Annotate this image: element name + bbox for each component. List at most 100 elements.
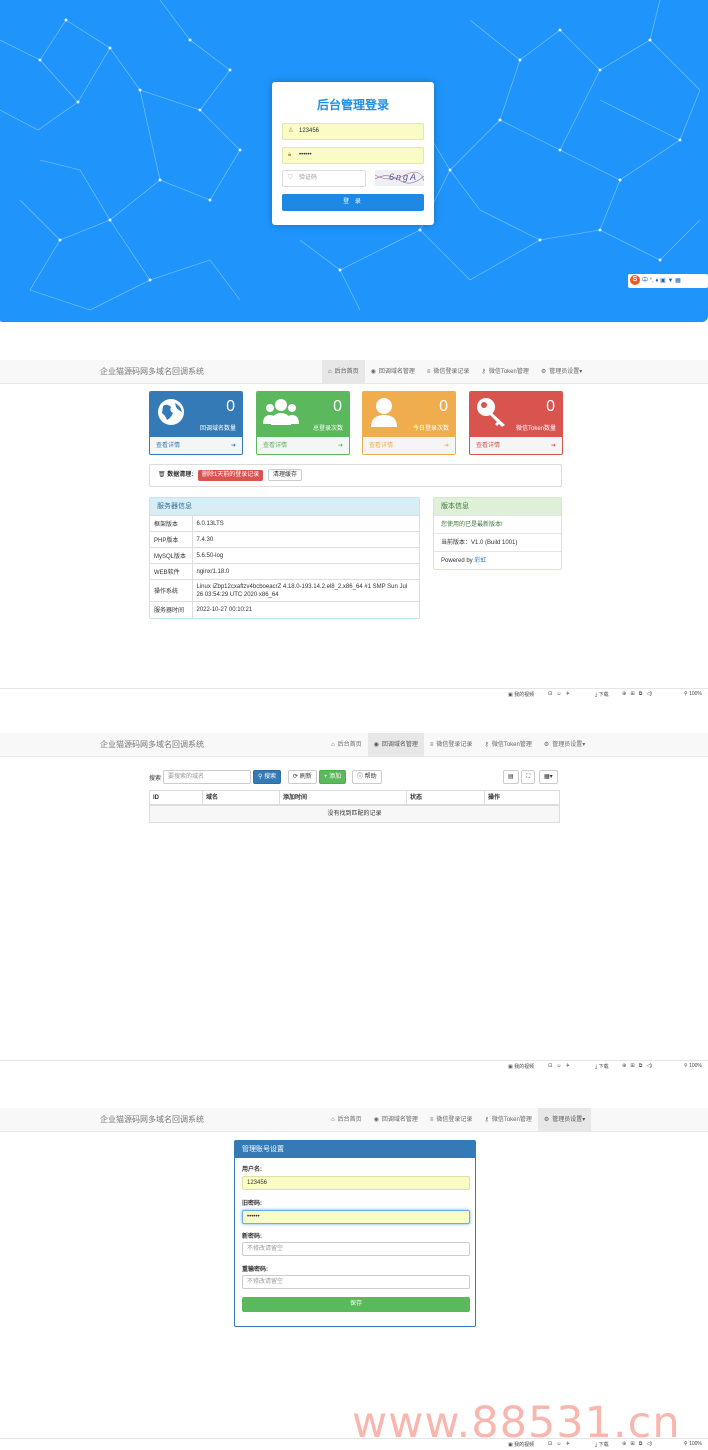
brand-title[interactable]: 企业猫源码网多域名回调系统 [100, 360, 204, 384]
nav-item-admin-settings[interactable]: ⚙ 管理员设置▾ [535, 360, 588, 384]
stat-detail-link[interactable]: 查看详情 ➔ [470, 437, 562, 454]
stat-label: 回调域名数量 [199, 426, 236, 432]
nav-item-wechat-logins[interactable]: ≡ 微信登录记录 [424, 733, 479, 757]
stat-domains: 0 回调域名数量 查看详情 ➔ [149, 391, 243, 455]
my-video-button[interactable]: ▣ 我的视频 [508, 691, 534, 698]
nav-item-domains[interactable]: ◉ 回调域名管理 [368, 1108, 424, 1132]
list-icon: ≡ [426, 369, 431, 375]
stat-detail-link[interactable]: 查看详情 ➔ [257, 437, 349, 454]
stat-wechat-tokens: 0 微信Token数量 查看详情 ➔ [469, 391, 563, 455]
repeat-password-field[interactable]: 不修改请留空 [242, 1275, 470, 1289]
fullscreen-button[interactable]: ⛶ [521, 770, 536, 784]
stat-total-logins: 0 总登录次数 查看详情 ➔ [256, 391, 350, 455]
nav-item-home[interactable]: ⌂ 后台首页 [322, 360, 365, 384]
columns-button[interactable]: ▦▾ [539, 770, 558, 784]
statusbar-icons[interactable]: ⊡ ☺ ✈ [548, 1063, 570, 1069]
toggle-view-button[interactable]: ▤ [503, 770, 519, 784]
version-info-title: 版本信息 [434, 498, 561, 515]
username-value: 123456 [299, 128, 320, 134]
key-icon: ⚷ [484, 742, 489, 748]
nav-item-wechat-logins[interactable]: ≡ 微信登录记录 [421, 360, 476, 384]
login-button[interactable]: 登 录 [282, 194, 424, 211]
nav-item-wechat-token[interactable]: ⚷ 微信Token管理 [478, 733, 537, 757]
download-button[interactable]: ⤓ 下载 [595, 1063, 609, 1070]
login-card: 后台管理登录 ♙ 123456 🔒︎ •••••• ⛉ 验证码 6ngA 登 录 [272, 82, 434, 225]
stat-value: 0 [226, 398, 235, 415]
column-header[interactable]: 操作 [485, 791, 561, 806]
statusbar-icons[interactable]: ⊡ ☺ ✈ [548, 691, 570, 697]
captcha-text: 6ngA [389, 172, 419, 182]
account-settings-title: 管理账号设置 [235, 1141, 475, 1158]
nav-item-wechat-token[interactable]: ⚷ 微信Token管理 [478, 1108, 537, 1132]
stat-label: 总登录次数 [312, 426, 343, 432]
refresh-button[interactable]: ⟳ 刷新 [288, 770, 317, 784]
nav-item-admin-settings[interactable]: ⚙ 管理员设置▾ [538, 733, 591, 757]
table-row: 服务器时间 2022-10-27 00:10:21 [150, 601, 419, 618]
ime-toolbar[interactable]: S中 °, ♦ ▣ ▼ ▦ [628, 274, 708, 288]
username-label: 用户名: [242, 1167, 262, 1173]
sogou-logo-icon: S [630, 275, 640, 286]
arrow-right-icon: ➔ [337, 443, 343, 449]
nav-menu: ⌂ 后台首页 ◉ 回调域名管理 ≡ 微信登录记录 ⚷ 微信Token管理 ⚙ 管理员设置▾ [325, 1108, 592, 1132]
gear-icon: ⚙ [543, 1117, 550, 1123]
nav-menu: ⌂ 后台首页 ◉ 回调域名管理 ≡ 微信登录记录 ⚷ 微信Token管理 ⚙ 管理员设置▾ [325, 733, 591, 757]
nav-item-wechat-token[interactable]: ⚷ 微信Token管理 [475, 360, 534, 384]
stat-detail-link[interactable]: 查看详情 ➔ [150, 437, 242, 454]
zoom-level[interactable]: ⚲ 100% [684, 691, 702, 697]
statusbar-icons-2[interactable]: ⊕ ⊞ ⧉ ◁) [622, 1063, 652, 1069]
zoom-level[interactable]: ⚲ 100% [684, 1063, 702, 1069]
save-button[interactable]: 保存 [242, 1297, 470, 1312]
download-button[interactable]: ⤓ 下载 [595, 691, 609, 698]
brand-title[interactable]: 企业猫源码网多域名回调系统 [100, 733, 204, 757]
old-password-field[interactable]: •••••• [242, 1210, 470, 1224]
brand-title[interactable]: 企业猫源码网多域名回调系统 [100, 1108, 204, 1132]
password-input[interactable]: 🔒︎ •••••• [282, 147, 424, 164]
clear-cache-button[interactable]: 清理缓存 [267, 469, 302, 481]
arrow-right-icon: ➔ [230, 443, 236, 449]
search-input[interactable]: 要搜索的域名 [163, 770, 251, 784]
nav-item-domains[interactable]: ◉ 回调域名管理 [365, 360, 421, 384]
login-title: 后台管理登录 [316, 98, 389, 112]
search-button[interactable]: ⚲ 搜索 [253, 770, 282, 784]
nav-item-home[interactable]: ⌂ 后台首页 [325, 733, 368, 757]
zoom-level[interactable]: ⚲ 100% [684, 1441, 702, 1447]
column-header[interactable]: 添加时间 [280, 791, 407, 806]
server-info-title: 服务器信息 [150, 498, 419, 515]
username-input[interactable]: ♙ 123456 [282, 123, 424, 140]
nav-item-admin-settings[interactable]: ⚙ 管理员设置▾ [537, 1108, 592, 1132]
table-icon: ▤ [508, 774, 514, 780]
table-row: MySQL版本 5.6.50-log [150, 547, 419, 564]
powered-by-link[interactable]: 彩虹 [474, 558, 486, 564]
column-header[interactable]: 域名 [203, 791, 280, 806]
column-header[interactable]: ID [150, 791, 203, 806]
add-button[interactable]: + 添加 [319, 770, 347, 784]
my-video-button[interactable]: ▣ 我的视频 [508, 1063, 534, 1070]
info-icon: ⓘ [357, 774, 365, 780]
nav-item-home[interactable]: ⌂ 后台首页 [325, 1108, 368, 1132]
domain-toolbar: 搜索 要搜索的域名 ⚲ 搜索 ⟳ 刷新 + 添加 ⓘ 帮助 ▤ ⛶ ▦▾ [149, 770, 560, 784]
nav-item-domains[interactable]: ◉ 回调域名管理 [367, 733, 424, 757]
ime-toolbar-items: 中 °, ♦ ▣ ▼ ▦ [642, 278, 681, 284]
columns-icon: ▦▾ [544, 774, 553, 780]
navbar: 企业猫源码网多域名回调系统 ⌂ 后台首页 ◉ 回调域名管理 ≡ 微信登录记录 ⚷ 微信T… [0, 360, 708, 384]
column-header[interactable]: 状态 [407, 791, 485, 806]
delete-old-logins-button[interactable]: 删除1天前的登录记录 [197, 470, 264, 481]
gear-icon: ⚙ [543, 742, 550, 748]
nav-item-wechat-logins[interactable]: ≡ 微信登录记录 [424, 1108, 479, 1132]
captcha-image[interactable]: 6ngA [375, 170, 424, 186]
user-icon: ♙ [288, 128, 294, 134]
username-field[interactable]: 123456 [242, 1176, 470, 1190]
statusbar-icons-2[interactable]: ⊕ ⊞ ⧉ ◁) [622, 691, 652, 697]
table-header: ID 域名 添加时间 状态 操作 [150, 791, 559, 806]
key-icon: ⚷ [484, 1117, 489, 1123]
stat-detail-link[interactable]: 查看详情 ➔ [363, 437, 455, 454]
help-button[interactable]: ⓘ 帮助 [352, 770, 382, 784]
captcha-input[interactable]: ⛉ 验证码 [282, 170, 366, 187]
new-password-field[interactable]: 不修改请留空 [242, 1242, 470, 1256]
empty-message: 没有找到匹配的记录 [150, 806, 559, 822]
list-icon: ≡ [429, 742, 434, 748]
gear-icon: ⚙ [540, 369, 547, 375]
lock-icon: 🔒︎ [288, 152, 292, 158]
stat-value: 0 [333, 398, 342, 415]
old-password-label: 旧密码: [242, 1201, 262, 1207]
